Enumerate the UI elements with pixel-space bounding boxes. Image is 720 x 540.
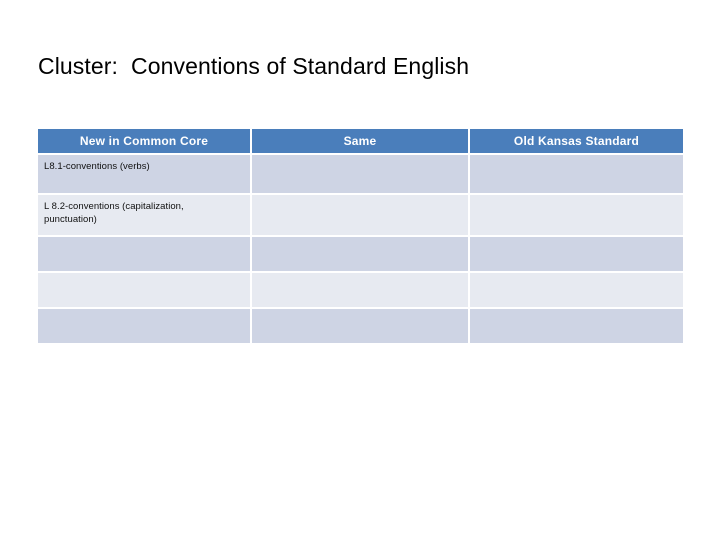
table-header-row: New in Common Core Same Old Kansas Stand…	[38, 129, 683, 153]
table-cell	[38, 237, 250, 271]
table-cell	[470, 273, 683, 307]
slide-canvas: Cluster: Conventions of Standard English…	[0, 0, 720, 540]
table-cell: L8.1-conventions (verbs)	[38, 155, 250, 193]
table-row: L 8.2-conventions (capitalization, punct…	[38, 195, 683, 235]
standards-comparison-table: New in Common Core Same Old Kansas Stand…	[36, 127, 685, 345]
table-cell	[252, 195, 468, 235]
cell-text: punctuation)	[44, 214, 97, 225]
column-header-same: Same	[252, 129, 468, 153]
table-cell	[252, 237, 468, 271]
table-cell	[252, 309, 468, 343]
table-row	[38, 273, 683, 307]
table-cell	[38, 309, 250, 343]
table-cell	[252, 273, 468, 307]
table-row	[38, 237, 683, 271]
table-row	[38, 309, 683, 343]
table-cell	[470, 195, 683, 235]
table-cell: L 8.2-conventions (capitalization, punct…	[38, 195, 250, 235]
column-header-new-in-common-core: New in Common Core	[38, 129, 250, 153]
table-cell	[38, 273, 250, 307]
table-cell	[470, 237, 683, 271]
table-cell	[470, 309, 683, 343]
table-cell	[252, 155, 468, 193]
table-cell	[470, 155, 683, 193]
column-header-old-kansas-standard: Old Kansas Standard	[470, 129, 683, 153]
page-title: Cluster: Conventions of Standard English	[38, 53, 470, 79]
table-row: L8.1-conventions (verbs)	[38, 155, 683, 193]
cell-text: L8.1-conventions (verbs)	[44, 161, 150, 172]
cell-text: L 8.2-conventions (capitalization,	[44, 201, 184, 212]
